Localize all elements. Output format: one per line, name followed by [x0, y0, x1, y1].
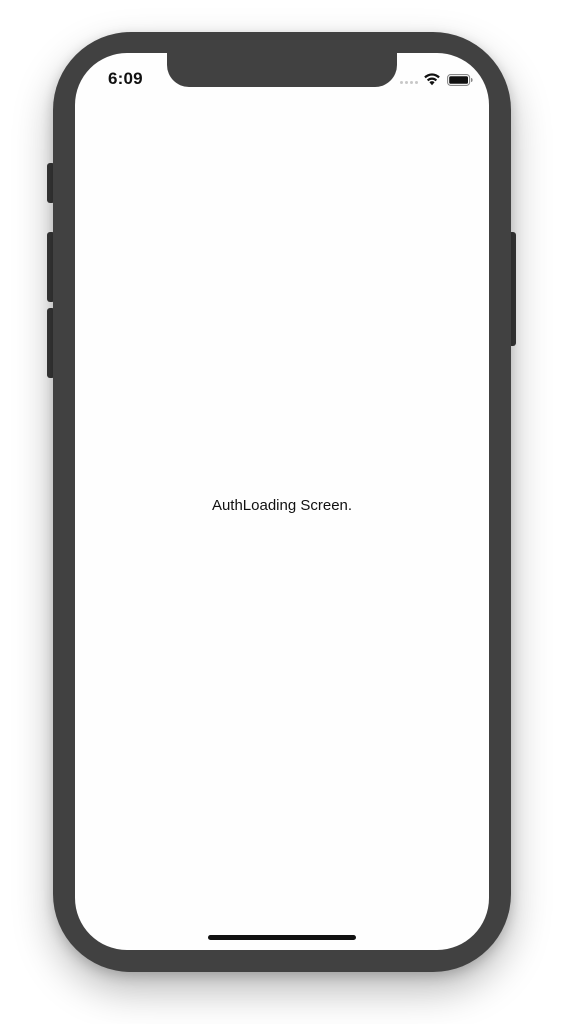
simulator-stage: 6:09 AuthLoading Screen. — [0, 0, 563, 1024]
home-indicator[interactable] — [208, 935, 356, 940]
app-screen: 6:09 AuthLoading Screen. — [75, 53, 489, 950]
cellular-signal-icon — [400, 81, 418, 84]
notch — [167, 53, 397, 87]
status-time: 6:09 — [108, 69, 143, 88]
wifi-icon — [424, 73, 440, 86]
battery-icon — [447, 74, 473, 86]
auth-loading-label: AuthLoading Screen. — [211, 497, 353, 514]
